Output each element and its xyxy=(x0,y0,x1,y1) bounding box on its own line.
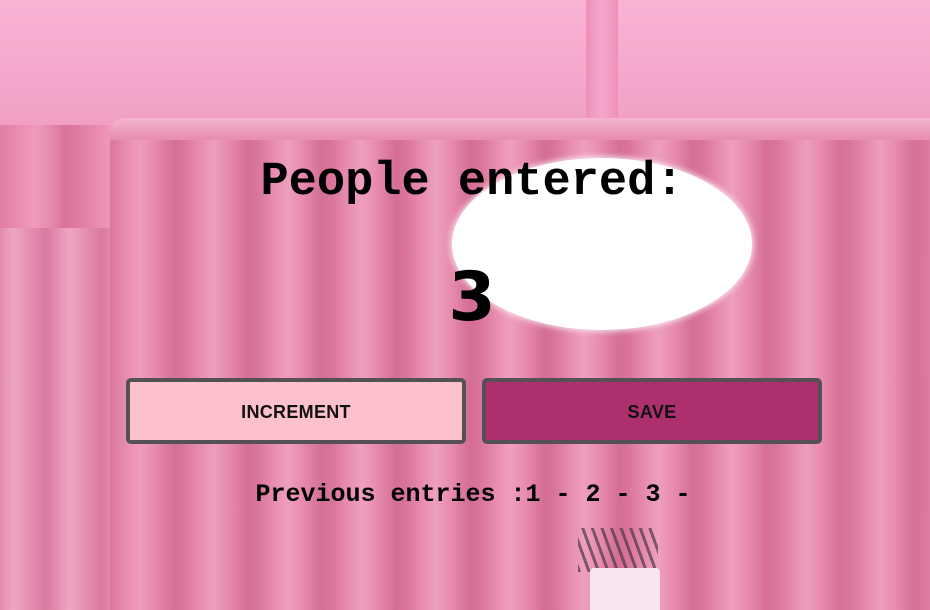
page-title: People entered: xyxy=(260,156,684,209)
previous-entries: Previous entries :1 - 2 - 3 - xyxy=(255,480,691,509)
increment-button[interactable]: INCREMENT xyxy=(126,378,466,444)
background-pens xyxy=(578,528,658,572)
background-wall xyxy=(0,0,930,125)
background-booth-top xyxy=(110,118,930,140)
save-button[interactable]: SAVE xyxy=(482,378,822,444)
count-display: 3 xyxy=(448,258,496,337)
background-cup xyxy=(590,568,660,610)
